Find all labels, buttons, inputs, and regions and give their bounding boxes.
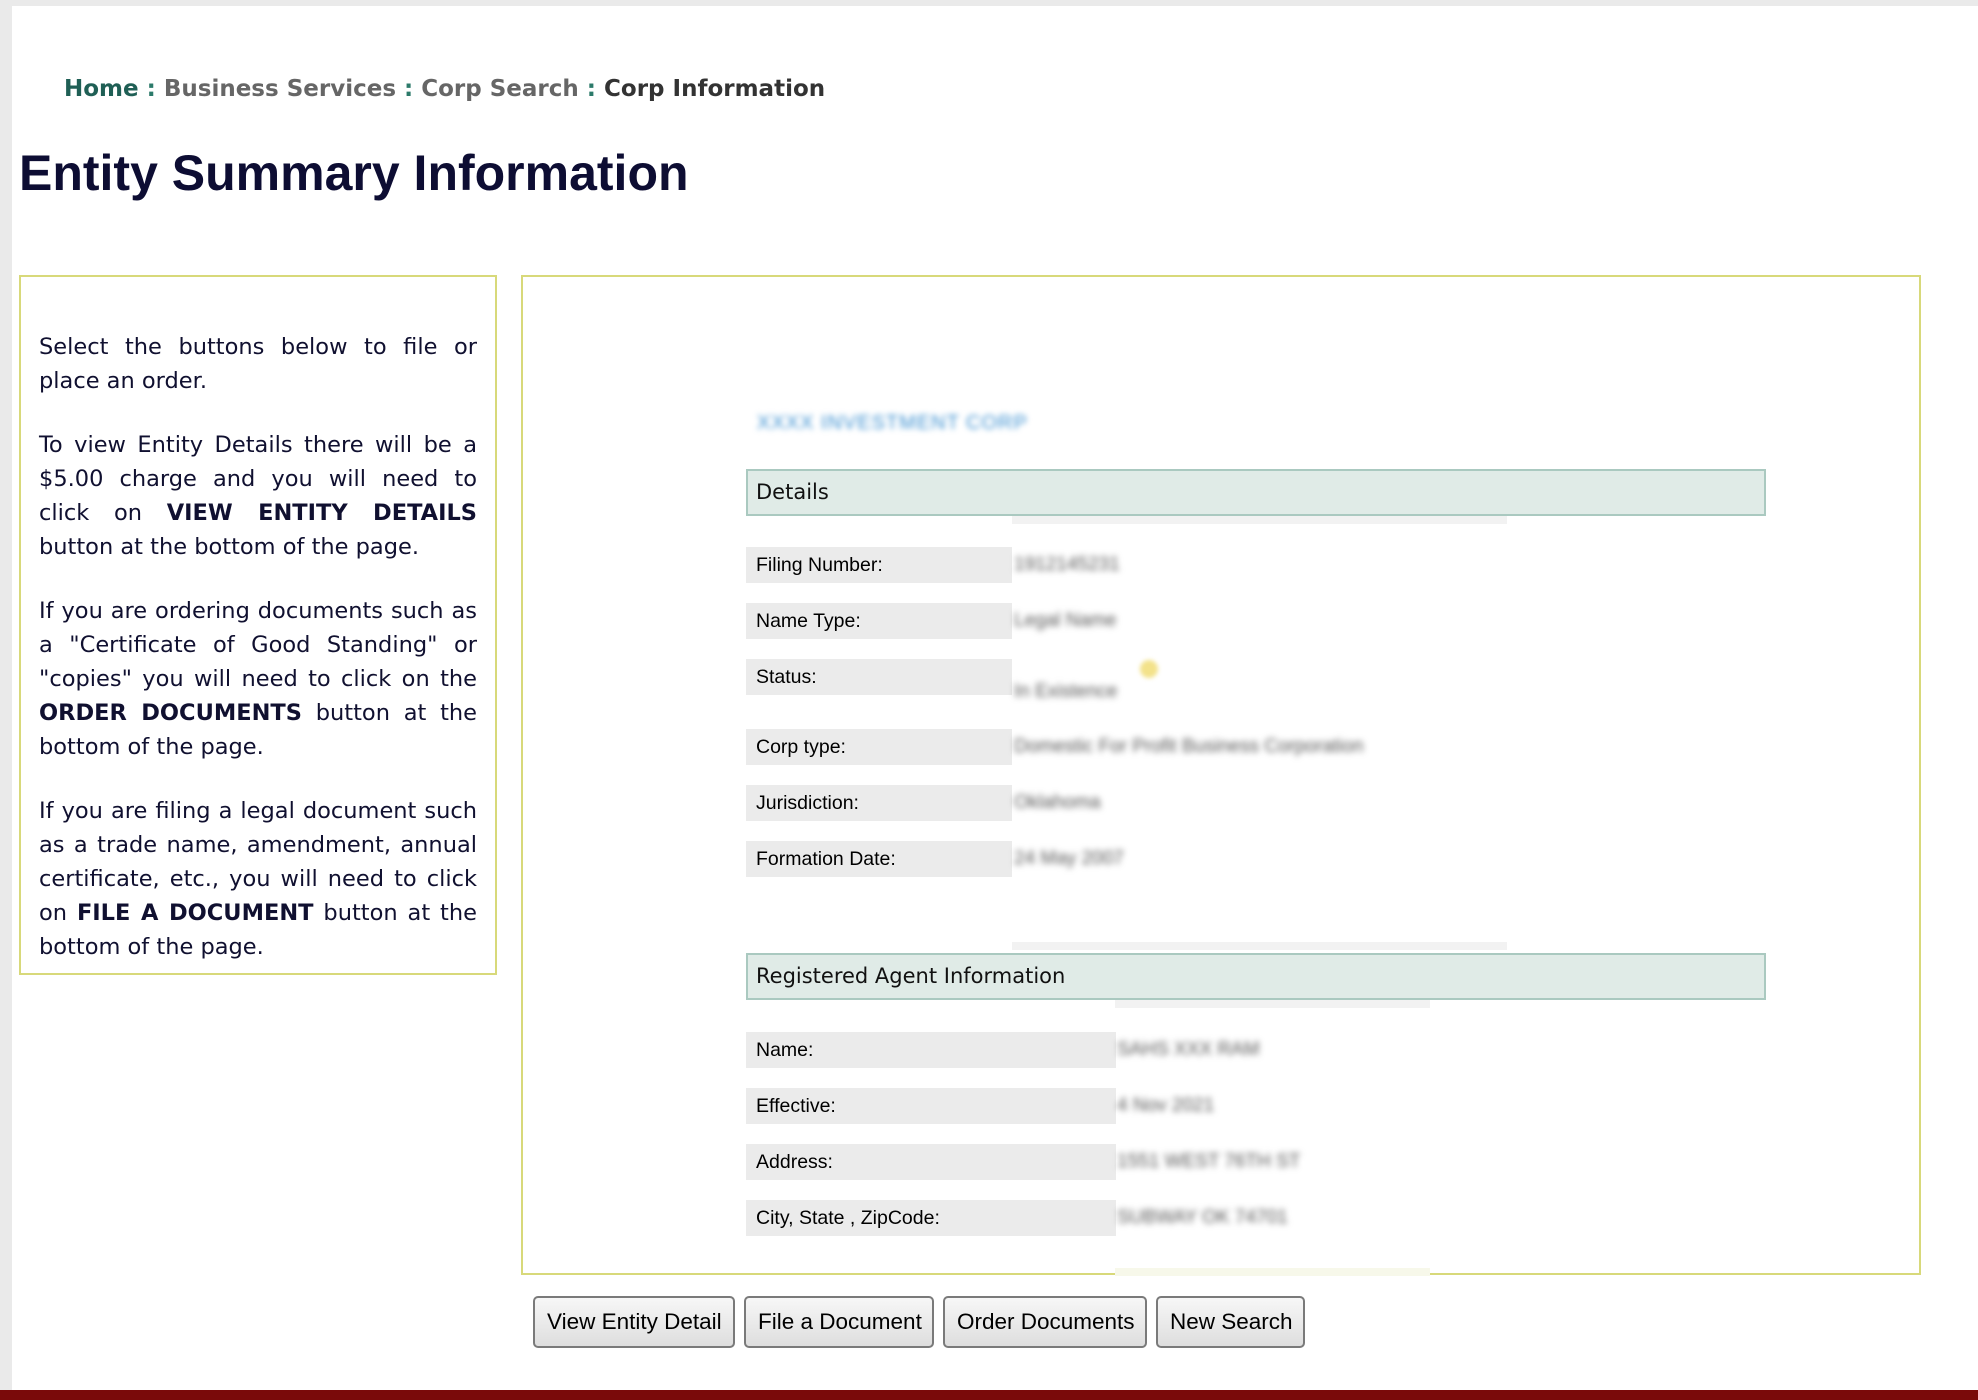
breadcrumb-corp-search-link[interactable]: Corp Search (421, 76, 579, 102)
instructions-paragraph: To view Entity Details there will be a $… (39, 428, 477, 564)
agent-address-label: Address: (746, 1144, 1116, 1180)
view-entity-detail-button[interactable]: View Entity Detail (533, 1296, 735, 1348)
divider (1012, 942, 1507, 950)
filing-number-value: 1912145231 (1014, 554, 1120, 575)
status-value: In Existence (1014, 681, 1118, 702)
agent-name-value: SAHS XXX RAM (1117, 1039, 1260, 1060)
jurisdiction-value: Oklahoma (1014, 792, 1101, 813)
status-label: Status: (746, 659, 1012, 695)
instructions-paragraph: If you are ordering documents such as a … (39, 594, 477, 764)
agent-city-label: City, State , ZipCode: (746, 1200, 1116, 1236)
name-type-label: Name Type: (746, 603, 1012, 639)
instructions-panel: Select the buttons below to file or plac… (19, 275, 497, 975)
corp-type-label: Corp type: (746, 729, 1012, 765)
jurisdiction-label: Jurisdiction: (746, 785, 1012, 821)
breadcrumb-separator: : (586, 76, 596, 102)
breadcrumb-separator: : (146, 76, 156, 102)
breadcrumb: Home : Business Services : Corp Search :… (64, 76, 825, 102)
corp-type-value: Domestic For Profit Business Corporation (1014, 736, 1364, 757)
instructions-text: Select the buttons below to file or plac… (39, 334, 477, 394)
instructions-text: button at the bottom of the page. (39, 534, 419, 560)
divider (1115, 1268, 1430, 1276)
entity-summary-panel (521, 275, 1921, 1275)
instructions-emphasis: ORDER DOCUMENTS (39, 700, 302, 726)
new-search-button[interactable]: New Search (1156, 1296, 1305, 1348)
instructions-paragraph: Select the buttons below to file or plac… (39, 330, 477, 398)
filing-number-label: Filing Number: (746, 547, 1012, 583)
divider (1115, 1000, 1430, 1008)
instructions-paragraph: If you are filing a legal document such … (39, 794, 477, 964)
breadcrumb-home-link[interactable]: Home (64, 76, 139, 102)
file-a-document-button[interactable]: File a Document (744, 1296, 934, 1348)
divider (1012, 516, 1507, 524)
instructions-text: If you are ordering documents such as a … (39, 598, 477, 692)
breadcrumb-separator: : (404, 76, 414, 102)
order-documents-button[interactable]: Order Documents (943, 1296, 1147, 1348)
details-header: Details (746, 469, 1766, 516)
agent-name-label: Name: (746, 1032, 1116, 1068)
status-indicator-icon (1140, 660, 1158, 678)
footer-bar (0, 1390, 1978, 1400)
agent-address-value: 1551 WEST 76TH ST (1117, 1151, 1301, 1172)
instructions-emphasis: FILE A DOCUMENT (76, 900, 314, 926)
agent-header: Registered Agent Information (746, 953, 1766, 1000)
breadcrumb-business-services-link[interactable]: Business Services (164, 76, 396, 102)
agent-effective-value: 4 Nov 2021 (1117, 1095, 1215, 1116)
entity-name: XXXX INVESTMENT CORP (757, 412, 1028, 434)
page-title: Entity Summary Information (19, 145, 689, 201)
breadcrumb-current: Corp Information (604, 76, 826, 102)
formation-date-value: 24 May 2007 (1014, 848, 1124, 869)
formation-date-label: Formation Date: (746, 841, 1012, 877)
instructions-emphasis: VIEW ENTITY DETAILS (166, 500, 477, 526)
agent-effective-label: Effective: (746, 1088, 1116, 1124)
name-type-value: Legal Name (1014, 610, 1117, 631)
agent-city-value: SUBWAY OK 74701 (1117, 1207, 1288, 1228)
